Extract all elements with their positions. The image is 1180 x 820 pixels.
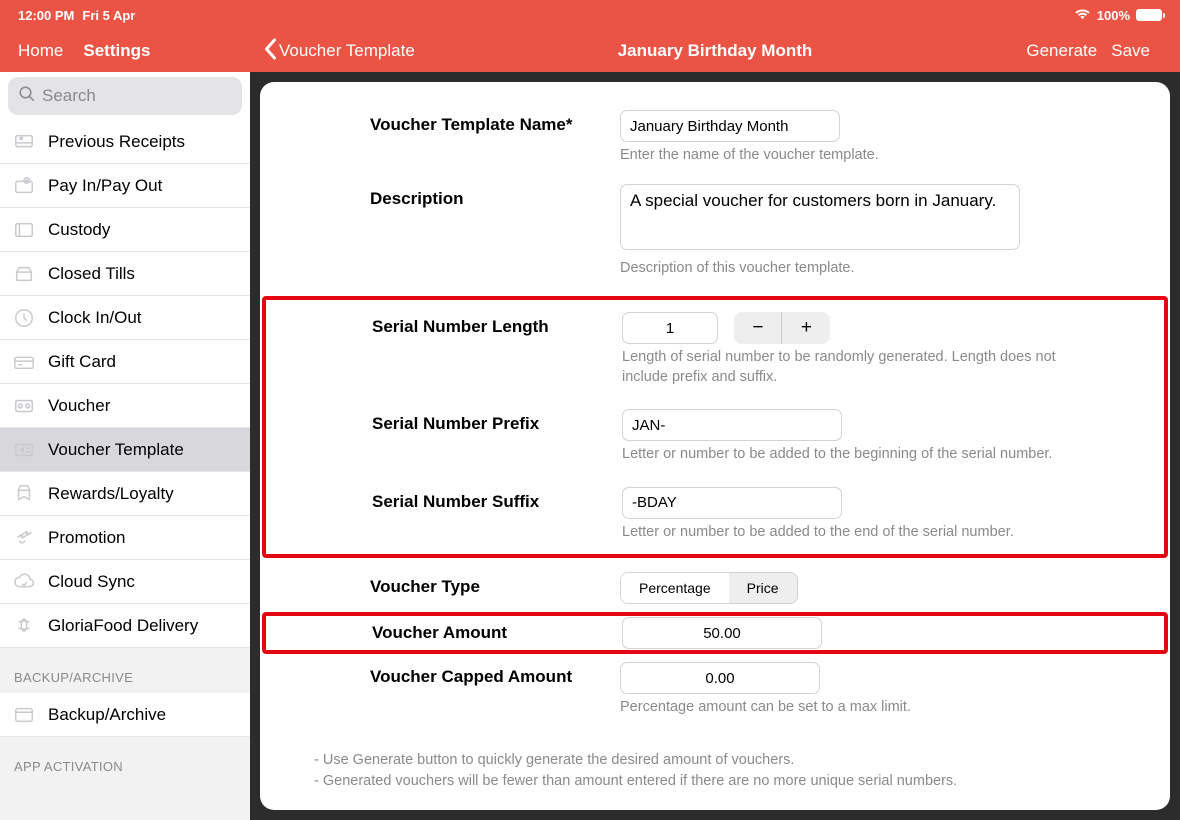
prefix-input[interactable] — [622, 409, 842, 441]
menu-icon — [12, 482, 36, 506]
sidebar-item-cloud-sync[interactable]: Cloud Sync — [0, 560, 250, 604]
save-button[interactable]: Save — [1111, 41, 1150, 61]
status-time: 12:00 PM — [18, 8, 74, 23]
type-percentage[interactable]: Percentage — [621, 573, 729, 603]
header-bar: Home Settings Voucher Template Generate … — [0, 30, 1180, 72]
suffix-input[interactable] — [622, 487, 842, 519]
menu-icon — [12, 438, 36, 462]
sidebar-item-gloriafood-delivery[interactable]: GloriaFood Delivery — [0, 604, 250, 648]
menu-icon — [12, 306, 36, 330]
sidebar-item-rewards-loyalty[interactable]: Rewards/Loyalty — [0, 472, 250, 516]
battery-pct: 100% — [1097, 8, 1130, 23]
capped-input[interactable] — [620, 662, 820, 694]
search-icon — [18, 85, 36, 108]
type-label: Voucher Type — [370, 572, 620, 598]
prefix-hint: Letter or number to be added to the begi… — [622, 445, 1060, 465]
amount-label: Voucher Amount — [372, 623, 622, 643]
capped-label: Voucher Capped Amount — [370, 662, 620, 688]
back-label: Voucher Template — [279, 41, 415, 61]
prefix-label: Serial Number Prefix — [372, 409, 622, 435]
section-backup: BACKUP/ARCHIVE — [0, 648, 250, 693]
menu-icon — [12, 394, 36, 418]
menu-backup[interactable]: Backup/Archive — [0, 693, 250, 737]
menu-icon — [12, 130, 36, 154]
name-hint: Enter the name of the voucher template. — [620, 146, 1060, 166]
sidebar-item-closed-tills[interactable]: Closed Tills — [0, 252, 250, 296]
footer-notes: - Use Generate button to quickly generat… — [260, 750, 1170, 792]
status-bar: 12:00 PM Fri 5 Apr 100% — [0, 0, 1180, 30]
wifi-icon — [1074, 8, 1091, 23]
sidebar-item-previous-receipts[interactable]: Previous Receipts — [0, 120, 250, 164]
menu-icon — [12, 350, 36, 374]
menu-icon — [12, 218, 36, 242]
highlight-serial: Serial Number Length − + Length of seria… — [262, 296, 1168, 558]
battery-icon — [1136, 9, 1162, 21]
suffix-label: Serial Number Suffix — [372, 487, 622, 513]
section-activation: APP ACTIVATION — [0, 737, 250, 782]
len-hint: Length of serial number to be randomly g… — [622, 348, 1060, 387]
capped-hint: Percentage amount can be set to a max li… — [620, 698, 1060, 718]
search-input[interactable] — [42, 86, 232, 106]
menu-icon — [12, 570, 36, 594]
menu-list: Previous ReceiptsPay In/Pay OutCustodyCl… — [0, 120, 250, 648]
len-decrement[interactable]: − — [734, 312, 782, 344]
chevron-left-icon — [264, 38, 279, 65]
search-box[interactable] — [8, 77, 242, 115]
nav-home[interactable]: Home — [18, 41, 63, 61]
menu-icon — [12, 526, 36, 550]
generate-button[interactable]: Generate — [1026, 41, 1097, 61]
sidebar-item-voucher[interactable]: Voucher — [0, 384, 250, 428]
sidebar-item-custody[interactable]: Custody — [0, 208, 250, 252]
sidebar-item-pay-in-pay-out[interactable]: Pay In/Pay Out — [0, 164, 250, 208]
name-input[interactable] — [620, 110, 840, 142]
desc-input[interactable] — [620, 184, 1020, 250]
back-button[interactable]: Voucher Template — [264, 38, 415, 65]
sidebar-item-clock-in-out[interactable]: Clock In/Out — [0, 296, 250, 340]
archive-icon — [12, 703, 36, 727]
amount-input[interactable] — [622, 617, 822, 649]
menu-icon — [12, 614, 36, 638]
suffix-hint: Letter or number to be added to the end … — [622, 523, 1060, 543]
sidebar-item-promotion[interactable]: Promotion — [0, 516, 250, 560]
sidebar-item-gift-card[interactable]: Gift Card — [0, 340, 250, 384]
desc-hint: Description of this voucher template. — [620, 259, 1060, 279]
len-label: Serial Number Length — [372, 312, 622, 338]
sidebar: Previous ReceiptsPay In/Pay OutCustodyCl… — [0, 72, 250, 820]
menu-icon — [12, 262, 36, 286]
highlight-amount: Voucher Amount — [262, 612, 1168, 654]
form-card: Voucher Template Name* Enter the name of… — [260, 82, 1170, 810]
voucher-type-segment: Percentage Price — [620, 572, 798, 604]
sidebar-item-voucher-template[interactable]: Voucher Template — [0, 428, 250, 472]
nav-settings[interactable]: Settings — [83, 41, 150, 61]
status-date: Fri 5 Apr — [82, 8, 135, 23]
name-label: Voucher Template Name* — [370, 110, 620, 136]
len-increment[interactable]: + — [782, 312, 830, 344]
type-price[interactable]: Price — [729, 573, 797, 603]
len-input[interactable] — [622, 312, 718, 344]
desc-label: Description — [370, 184, 620, 210]
menu-icon — [12, 174, 36, 198]
